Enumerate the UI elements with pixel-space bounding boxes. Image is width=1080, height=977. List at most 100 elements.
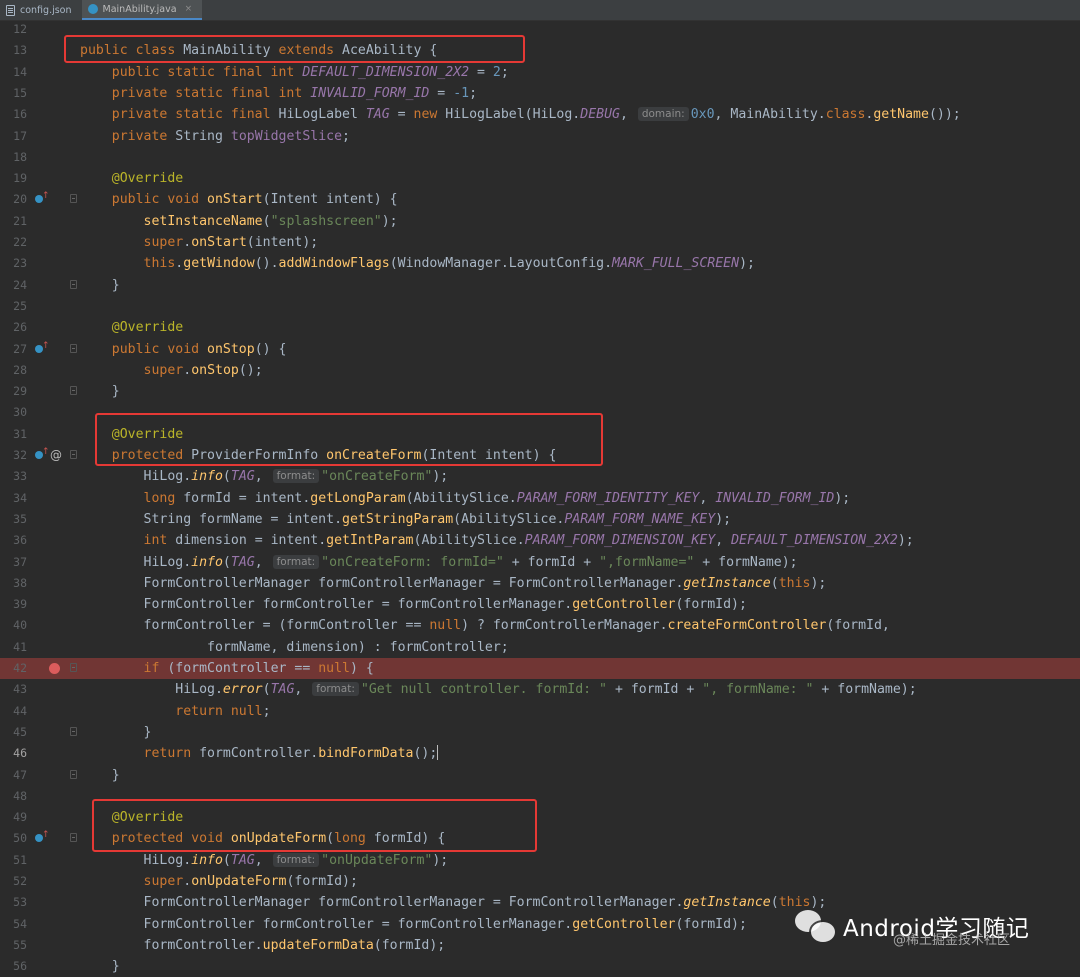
line-number[interactable]: 24	[0, 275, 27, 296]
code-text[interactable]: @Override	[80, 168, 183, 189]
gutter-markers[interactable]	[32, 892, 52, 913]
line-number[interactable]: 12	[0, 19, 27, 40]
line-number[interactable]: 21	[0, 211, 27, 232]
line-number[interactable]: 43	[0, 679, 27, 700]
code-text[interactable]: return formController.bindFormData();	[80, 743, 439, 764]
implements-arrow-icon[interactable]: ↑	[42, 341, 50, 351]
line-number[interactable]: 56	[0, 956, 27, 977]
fold-gutter[interactable]	[68, 104, 80, 125]
code-line[interactable]: 21 setInstanceName("splashscreen");	[0, 211, 1080, 232]
gutter-markers[interactable]	[32, 402, 52, 423]
line-number[interactable]: 17	[0, 126, 27, 147]
fold-gutter[interactable]	[68, 168, 80, 189]
fold-gutter[interactable]	[68, 892, 80, 913]
code-text[interactable]: super.onUpdateForm(formId);	[80, 871, 358, 892]
fold-gutter[interactable]	[68, 189, 80, 210]
line-number[interactable]: 32	[0, 445, 27, 466]
gutter-markers[interactable]: ↑	[32, 339, 52, 360]
fold-gutter[interactable]	[68, 914, 80, 935]
line-number[interactable]: 37	[0, 552, 27, 573]
gutter-markers[interactable]	[32, 786, 52, 807]
gutter-markers[interactable]	[32, 488, 52, 509]
fold-gutter[interactable]	[68, 296, 80, 317]
fold-gutter[interactable]	[68, 147, 80, 168]
fold-gutter[interactable]	[68, 62, 80, 83]
line-number[interactable]: 14	[0, 62, 27, 83]
line-number[interactable]: 47	[0, 765, 27, 786]
line-number[interactable]: 38	[0, 573, 27, 594]
code-text[interactable]: public void onStop() {	[80, 339, 287, 360]
fold-gutter[interactable]	[68, 211, 80, 232]
gutter-markers[interactable]	[32, 637, 52, 658]
implements-arrow-icon[interactable]: ↑	[42, 191, 50, 201]
code-line[interactable]: 37 HiLog.info(TAG, format: "onCreateForm:…	[0, 552, 1080, 573]
fold-gutter[interactable]	[68, 83, 80, 104]
code-text[interactable]: if (formController == null) {	[80, 658, 374, 679]
implements-arrow-icon[interactable]: ↑	[42, 447, 50, 457]
code-text[interactable]: HiLog.info(TAG, format: "onUpdateForm");	[80, 850, 448, 871]
code-text[interactable]: public static final int DEFAULT_DIMENSIO…	[80, 62, 509, 83]
gutter-markers[interactable]	[32, 19, 52, 40]
implements-arrow-icon[interactable]: ↑	[42, 830, 50, 840]
code-text[interactable]: @Override	[80, 317, 183, 338]
fold-toggle-icon[interactable]	[70, 194, 77, 204]
fold-gutter[interactable]	[68, 253, 80, 274]
code-text[interactable]: private static final HiLogLabel TAG = ne…	[80, 104, 961, 125]
fold-gutter[interactable]	[68, 488, 80, 509]
code-text[interactable]: }	[80, 381, 120, 402]
line-number[interactable]: 40	[0, 615, 27, 636]
fold-gutter[interactable]	[68, 339, 80, 360]
code-text[interactable]: public void onStart(Intent intent) {	[80, 189, 398, 210]
fold-gutter[interactable]	[68, 530, 80, 551]
gutter-markers[interactable]	[32, 83, 52, 104]
code-text[interactable]: private String topWidgetSlice;	[80, 126, 350, 147]
code-text[interactable]: HiLog.error(TAG, format: "Get null contro…	[80, 679, 917, 700]
fold-toggle-icon[interactable]	[70, 769, 77, 779]
fold-gutter[interactable]	[68, 424, 80, 445]
gutter-markers[interactable]	[32, 466, 52, 487]
fold-gutter[interactable]	[68, 445, 80, 466]
gutter-markers[interactable]: ↑	[32, 828, 52, 849]
code-text[interactable]: }	[80, 275, 120, 296]
gutter-markers[interactable]	[32, 40, 52, 61]
fold-toggle-icon[interactable]	[70, 343, 77, 353]
code-text[interactable]: FormControllerManager formControllerMana…	[80, 573, 827, 594]
line-number[interactable]: 22	[0, 232, 27, 253]
annotation-icon[interactable]: @	[50, 445, 62, 466]
fold-gutter[interactable]	[68, 573, 80, 594]
code-text[interactable]: FormControllerManager formControllerMana…	[80, 892, 827, 913]
code-line[interactable]: 47 }	[0, 765, 1080, 786]
fold-gutter[interactable]	[68, 317, 80, 338]
fold-gutter[interactable]	[68, 552, 80, 573]
line-number[interactable]: 41	[0, 637, 27, 658]
gutter-markers[interactable]	[32, 743, 52, 764]
gutter-markers[interactable]	[32, 871, 52, 892]
line-number[interactable]: 16	[0, 104, 27, 125]
code-line[interactable]: 17 private String topWidgetSlice;	[0, 126, 1080, 147]
fold-gutter[interactable]	[68, 850, 80, 871]
code-text[interactable]: formName, dimension) : formController;	[80, 637, 509, 658]
gutter-markers[interactable]	[32, 253, 52, 274]
code-line[interactable]: 29 }	[0, 381, 1080, 402]
code-text[interactable]: HiLog.info(TAG, format: "onCreateForm: fo…	[80, 552, 798, 573]
fold-toggle-icon[interactable]	[70, 663, 77, 672]
gutter-markers[interactable]	[32, 765, 52, 786]
fold-gutter[interactable]	[68, 871, 80, 892]
gutter-markers[interactable]	[32, 360, 52, 381]
line-number[interactable]: 29	[0, 381, 27, 402]
code-text[interactable]: long formId = intent.getLongParam(Abilit…	[80, 488, 851, 509]
fold-toggle-icon[interactable]	[70, 833, 77, 843]
line-number[interactable]: 25	[0, 296, 27, 317]
code-text[interactable]: super.onStart(intent);	[80, 232, 319, 253]
fold-toggle-icon[interactable]	[70, 386, 77, 396]
code-line[interactable]: 24 }	[0, 275, 1080, 296]
code-line[interactable]: 23 this.getWindow().addWindowFlags(Windo…	[0, 253, 1080, 274]
gutter-markers[interactable]	[32, 552, 52, 573]
code-line[interactable]: 39 FormController formController = formC…	[0, 594, 1080, 615]
code-line[interactable]: 14 public static final int DEFAULT_DIMEN…	[0, 62, 1080, 83]
fold-gutter[interactable]	[68, 360, 80, 381]
gutter-markers[interactable]	[32, 807, 52, 828]
line-number[interactable]: 48	[0, 786, 27, 807]
gutter-markers[interactable]	[32, 296, 52, 317]
gutter-markers[interactable]	[32, 381, 52, 402]
